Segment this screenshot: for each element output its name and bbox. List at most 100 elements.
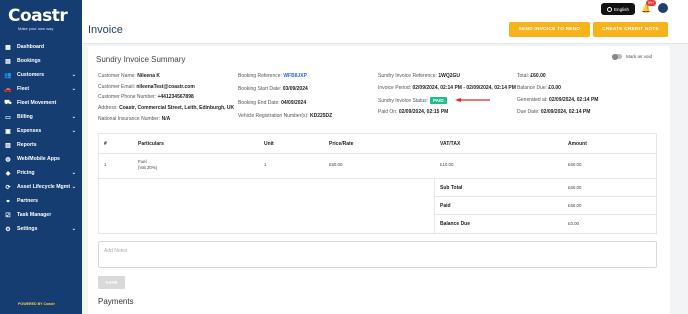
label: Customer Email: (98, 84, 135, 90)
task-icon: ☑ (5, 212, 11, 219)
totals-divider (434, 179, 435, 234)
red-arrow-annotation-icon (455, 98, 490, 102)
label: Due Date: (517, 109, 540, 115)
label: Customer Phone Number: (98, 94, 157, 100)
sidebar-item-fleet-movement[interactable]: ⛟ Fleet Movement (0, 96, 82, 110)
truck-icon: ⛟ (4, 100, 12, 106)
sidebar-item-reports[interactable]: ▥ Reports (0, 138, 82, 152)
col-header-index: # (104, 141, 107, 147)
row-particular-sub: (Vat 20%) (138, 165, 158, 170)
mark-void-label: Mark as void (626, 54, 653, 59)
address: Coastr, Commercial Street, Leith, Edinbu… (119, 105, 235, 111)
vehicle-reg: KD225DZ (309, 113, 333, 119)
sidebar-item-bookings[interactable]: ▤ Bookings (0, 54, 82, 68)
invoice-status-row: Sundry Invoice Status: PAID (378, 97, 447, 104)
label: Address: (98, 105, 118, 111)
sidebar-item-label: Expenses (17, 128, 42, 134)
sidebar-item-web-mobile-apps[interactable]: ◍ Web/Mobile Apps (0, 152, 82, 166)
paid-on: 02/09/2024, 02:15 PM (398, 109, 449, 115)
notes-textarea[interactable]: Add Notes (98, 241, 657, 268)
sidebar-item-expenses[interactable]: ▣ Expenses ⌄ (0, 124, 82, 138)
billing-icon: ▭ (5, 114, 11, 121)
balance-due-row: Balance Due: £0.00 (517, 85, 561, 91)
sidebar-item-label: Pricing (17, 170, 35, 176)
logo-text: Coastr (8, 6, 68, 26)
sundry-ref: 1WQ2GU (438, 73, 460, 79)
chevron-down-icon: ⌄ (71, 86, 76, 92)
car-icon: 🚗 (4, 86, 12, 93)
booking-ref-link[interactable]: WFB8JXP (283, 73, 307, 79)
booking-end-row: Booking End Date: 04/09/2024 (238, 100, 306, 106)
payments-heading: Payments (98, 297, 134, 306)
mark-as-void[interactable]: Mark as void (612, 53, 653, 60)
paid-label: Paid (440, 203, 451, 209)
customer-email: nileenaTest@coastr.com (136, 84, 195, 90)
label: Balance Due: (517, 85, 548, 91)
sidebar-item-billing[interactable]: ▭ Billing ⌄ (0, 110, 82, 124)
invoice-period-row: Invoice Period: 02/09/2024, 02:14 PM - 0… (378, 85, 516, 91)
col-header-price: Price/Rate (329, 141, 354, 147)
total-row: Total: £60.00 (517, 73, 546, 79)
chevron-down-icon: ⌄ (71, 184, 76, 190)
cycle-icon: ⟳ (5, 184, 11, 191)
row-amount: £60.00 (568, 162, 582, 167)
ni-number: N/A (161, 116, 171, 122)
partners-icon: ⚭ (5, 198, 11, 205)
booking-start-row: Booking Start Date: 03/09/2024 (238, 86, 308, 92)
top-bar: Invoice English 🔔 99+ SEND INVOICE TO RE… (82, 0, 688, 44)
void-toggle[interactable] (612, 53, 622, 60)
label: Sundry Invoice Status: (378, 98, 429, 104)
label: Total: (517, 73, 529, 79)
sidebar-item-label: Asset Lifecycle Mgmt (17, 184, 71, 190)
page-title: Invoice (88, 24, 123, 36)
language-label: English (613, 6, 630, 12)
gear-icon: ⚙ (5, 226, 11, 233)
invoice-period: 02/09/2024, 02:14 PM - 02/09/2024, 02:14… (412, 85, 516, 91)
balance-due-total-row: Balance Due £0.00 (434, 215, 657, 234)
label: Booking Start Date: (238, 86, 282, 92)
brand-logo[interactable]: Coastr Make your own way (8, 6, 74, 32)
balance-due-label: Balance Due (440, 221, 471, 227)
sidebar-item-asset-lifecycle[interactable]: ⟳ Asset Lifecycle Mgmt ⌄ (0, 180, 82, 194)
paid-row: Paid £60.00 (434, 197, 657, 215)
table-bottom-border (98, 233, 434, 234)
generated-at-row: Generated at: 02/09/2024, 02:14 PM (517, 97, 598, 103)
sidebar-item-label: Reports (17, 142, 37, 148)
generated-value: 02/09/2024, 02:14 PM (548, 97, 599, 103)
row-index: 1 (104, 162, 107, 167)
sidebar-item-pricing[interactable]: ◆ Pricing ⌄ (0, 166, 82, 180)
customers-icon: 👥 (4, 72, 12, 79)
customer-name-row: Customer Name: Nileena K (98, 73, 160, 79)
sidebar-item-fleet[interactable]: 🚗 Fleet ⌄ (0, 82, 82, 96)
user-avatar-icon[interactable] (658, 3, 668, 13)
col-header-amount: Amount (568, 141, 587, 147)
globe-icon: ◍ (5, 156, 11, 163)
expenses-icon: ▣ (5, 128, 11, 135)
sidebar-item-label: Settings (17, 226, 38, 232)
invoice-summary-title: Sundry Invoice Summary (96, 55, 186, 64)
sidebar-nav: ▦ Dashboard ▤ Bookings 👥 Customers ⌄ 🚗 Fleet ⌄… (0, 40, 82, 236)
save-button[interactable]: SAVE (98, 276, 125, 289)
sidebar-item-dashboard[interactable]: ▦ Dashboard (0, 40, 82, 54)
sidebar-item-customers[interactable]: 👥 Customers ⌄ (0, 68, 82, 82)
label: Customer Name: (98, 73, 136, 79)
label: Paid On: (378, 109, 398, 115)
label: Booking Reference: (238, 73, 282, 79)
booking-ref-row: Booking Reference: WFB8JXP (238, 73, 307, 79)
customer-name: Nileena K (137, 73, 160, 79)
sidebar-item-settings[interactable]: ⚙ Settings ⌄ (0, 222, 82, 236)
chevron-down-icon: ⌄ (71, 114, 76, 120)
row-unit: 1 (264, 162, 267, 167)
sidebar-item-label: Web/Mobile Apps (17, 156, 60, 162)
create-credit-note-button[interactable]: CREATE CREDIT NOTE (593, 22, 668, 37)
row-vat: £10.00 (440, 162, 454, 167)
sidebar-item-partners[interactable]: ⚭ Partners (0, 194, 82, 208)
sidebar-item-label: Dashboard (17, 44, 45, 50)
send-invoice-button[interactable]: SEND INVOICE TO RENO (509, 22, 590, 37)
subtotal-label: Sub Total (440, 185, 463, 191)
label: Sundry Invoice Reference: (378, 73, 437, 79)
powered-by-logo: POWERED BY Coastr (18, 302, 55, 306)
language-selector[interactable]: English (601, 3, 635, 15)
notification-badge: 99+ (646, 0, 657, 6)
sidebar-item-task-manager[interactable]: ☑ Task Manager (0, 208, 82, 222)
